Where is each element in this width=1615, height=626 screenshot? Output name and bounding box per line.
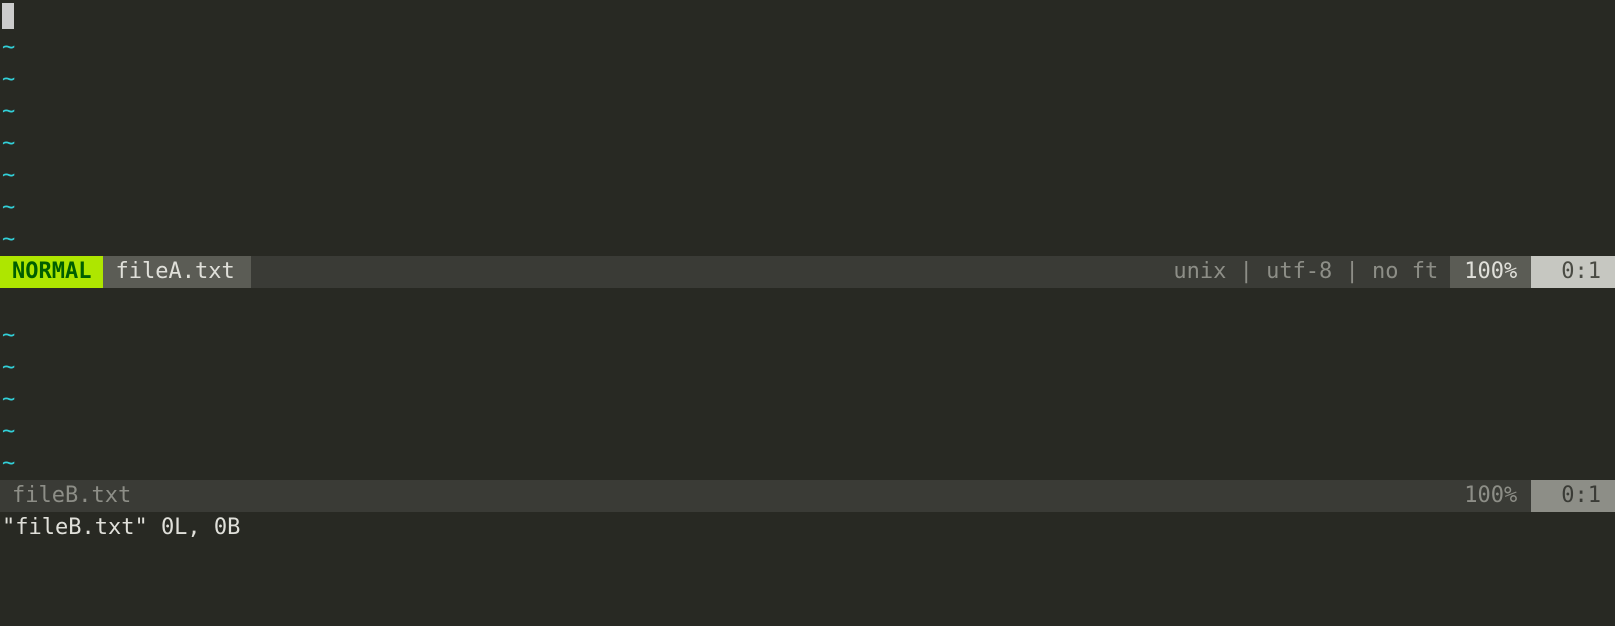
- tilde-line: ~: [0, 64, 1615, 96]
- filename-segment: fileB.txt: [0, 480, 143, 512]
- cursor: [2, 3, 14, 29]
- position-segment: 0:1: [1531, 256, 1615, 288]
- tilde-line: ~: [0, 160, 1615, 192]
- bottom-window[interactable]: ~ ~ ~ ~ ~ fileB.txt 100% 0:1: [0, 288, 1615, 512]
- buffer-line-1[interactable]: [0, 288, 1615, 320]
- percent-segment: 100%: [1450, 256, 1531, 288]
- mode-indicator: NORMAL: [0, 256, 103, 288]
- tilde-line: ~: [0, 320, 1615, 352]
- filename-segment: fileA.txt: [103, 256, 250, 288]
- statusline-active: NORMAL fileA.txt unix | utf-8 | no ft 10…: [0, 256, 1615, 288]
- statusline-spacer: [251, 256, 1162, 288]
- statusline-spacer: [143, 480, 1450, 512]
- tilde-line: ~: [0, 384, 1615, 416]
- fileinfo-segment: unix | utf-8 | no ft: [1161, 256, 1450, 288]
- position-segment: 0:1: [1531, 480, 1615, 512]
- command-line[interactable]: "fileB.txt" 0L, 0B: [0, 512, 1615, 544]
- tilde-line: ~: [0, 416, 1615, 448]
- top-window[interactable]: ~ ~ ~ ~ ~ ~ ~ NORMAL fileA.txt unix | ut…: [0, 0, 1615, 288]
- tilde-line: ~: [0, 32, 1615, 64]
- tilde-line: ~: [0, 224, 1615, 256]
- percent-segment: 100%: [1450, 480, 1531, 512]
- tilde-line: ~: [0, 352, 1615, 384]
- statusline-inactive: fileB.txt 100% 0:1: [0, 480, 1615, 512]
- buffer-line-1[interactable]: [0, 0, 1615, 32]
- tilde-line: ~: [0, 448, 1615, 480]
- tilde-line: ~: [0, 192, 1615, 224]
- tilde-line: ~: [0, 128, 1615, 160]
- tilde-line: ~: [0, 96, 1615, 128]
